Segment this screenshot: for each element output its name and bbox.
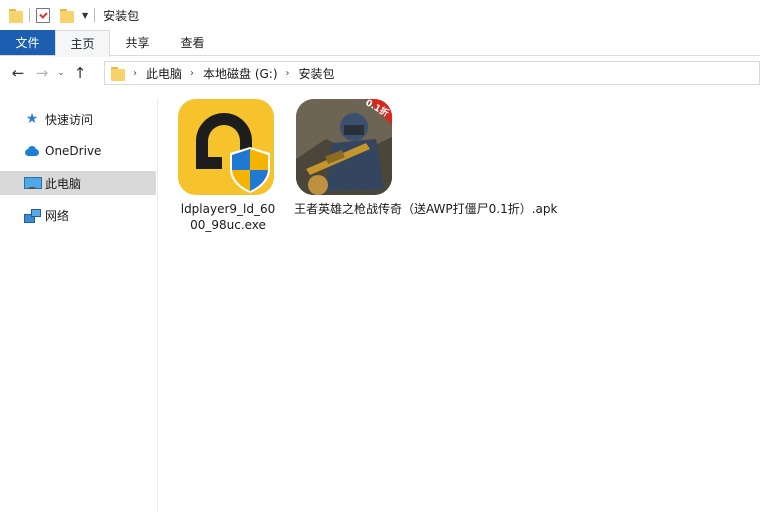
sidebar-item-onedrive[interactable]: OneDrive [0,139,156,163]
quick-access-star-icon: ★ [25,111,39,127]
chevron-right-icon[interactable]: › [133,68,137,79]
tab-file[interactable]: 文件 [0,30,55,55]
quick-access-toolbar: ▼ [0,0,101,30]
breadcrumb-install-folder[interactable]: 安装包 [299,65,335,82]
file-list: ldplayer9_ld_60 00_98uc.exe 0.1折 王者英雄之枪战… [159,89,760,512]
breadcrumb-this-pc[interactable]: 此电脑 [146,65,182,82]
title-bar: ▼ 安装包 [0,0,760,30]
tab-view[interactable]: 查看 [165,30,220,55]
customize-dropdown-icon[interactable]: ▼ [82,11,88,20]
navigation-bar: ← → ⌄ ↑ › 此电脑 › 本地磁盘 (G:) › 安装包 [0,57,760,89]
address-bar[interactable]: › 此电脑 › 本地磁盘 (G:) › 安装包 [104,61,760,85]
forward-arrow-icon[interactable]: → [30,61,54,85]
ldplayer-logo [196,113,270,193]
back-arrow-icon[interactable]: ← [6,61,30,85]
navigation-pane: ★ 快速访问 OneDrive 此电脑 网络 [0,98,158,512]
ldplayer-installer-icon [178,99,274,195]
sidebar-item-this-pc[interactable]: 此电脑 [0,171,156,195]
folder-icon[interactable] [9,8,23,23]
tab-home[interactable]: 主页 [55,30,110,57]
tab-share[interactable]: 共享 [110,30,165,55]
window-title: 安装包 [103,8,140,23]
new-folder-icon[interactable] [60,8,74,23]
properties-icon[interactable] [36,7,50,23]
file-item-game-apk[interactable]: 0.1折 王者英雄之枪战传奇（送AWP打僵尸0.1折）.apk [294,99,596,217]
onedrive-cloud-icon [24,146,40,156]
file-name: ldplayer9_ld_60 00_98uc.exe [180,202,276,232]
up-arrow-icon[interactable]: ↑ [68,61,92,85]
file-item-ldplayer[interactable]: ldplayer9_ld_60 00_98uc.exe [178,99,278,233]
this-pc-icon [24,177,42,189]
folder-icon [111,66,125,81]
sidebar-item-label: 网络 [45,208,70,223]
file-name: 王者英雄之枪战传奇（送AWP打僵尸0.1折）.apk [294,202,558,216]
chevron-right-icon[interactable]: › [190,68,194,79]
sidebar-item-network[interactable]: 网络 [0,203,156,227]
breadcrumb-local-disk[interactable]: 本地磁盘 (G:) [203,65,278,82]
chevron-right-icon[interactable]: › [286,68,290,79]
game-apk-icon: 0.1折 [296,99,392,195]
recent-locations-chevron-icon[interactable]: ⌄ [54,61,68,85]
network-icon [24,208,41,223]
sidebar-item-label: 此电脑 [45,176,82,191]
toolbar-separator [94,8,96,22]
ribbon-tabs: 文件 主页 共享 查看 [0,30,760,57]
sidebar-item-label: OneDrive [45,144,102,158]
sidebar-item-label: 快速访问 [45,112,94,127]
sidebar-item-quick-access[interactable]: ★ 快速访问 [0,107,156,131]
toolbar-separator [29,8,30,22]
